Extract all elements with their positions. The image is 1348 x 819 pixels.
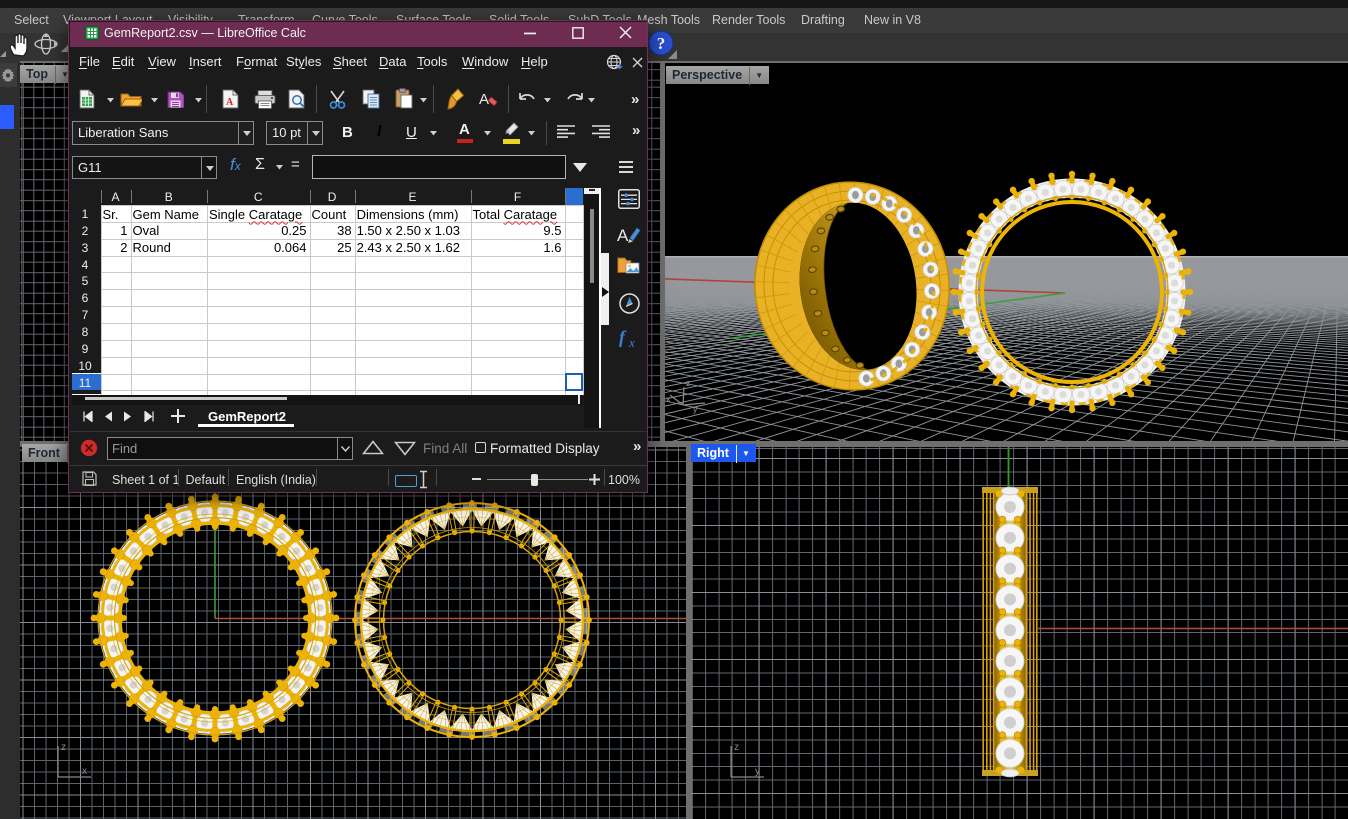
svg-text:z: z (734, 742, 739, 753)
svg-text:f: f (619, 327, 627, 347)
svg-text:y: y (693, 404, 698, 414)
svg-text:z: z (686, 378, 691, 388)
svg-text:x: x (82, 766, 87, 777)
svg-text:A: A (617, 226, 629, 245)
svg-text:y: y (755, 766, 760, 777)
svg-text:?: ? (657, 34, 666, 53)
svg-text:x: x (628, 335, 635, 348)
svg-text:A: A (226, 97, 234, 108)
svg-text:A: A (479, 91, 489, 108)
svg-text:x: x (666, 394, 671, 404)
svg-text:z: z (61, 742, 66, 753)
